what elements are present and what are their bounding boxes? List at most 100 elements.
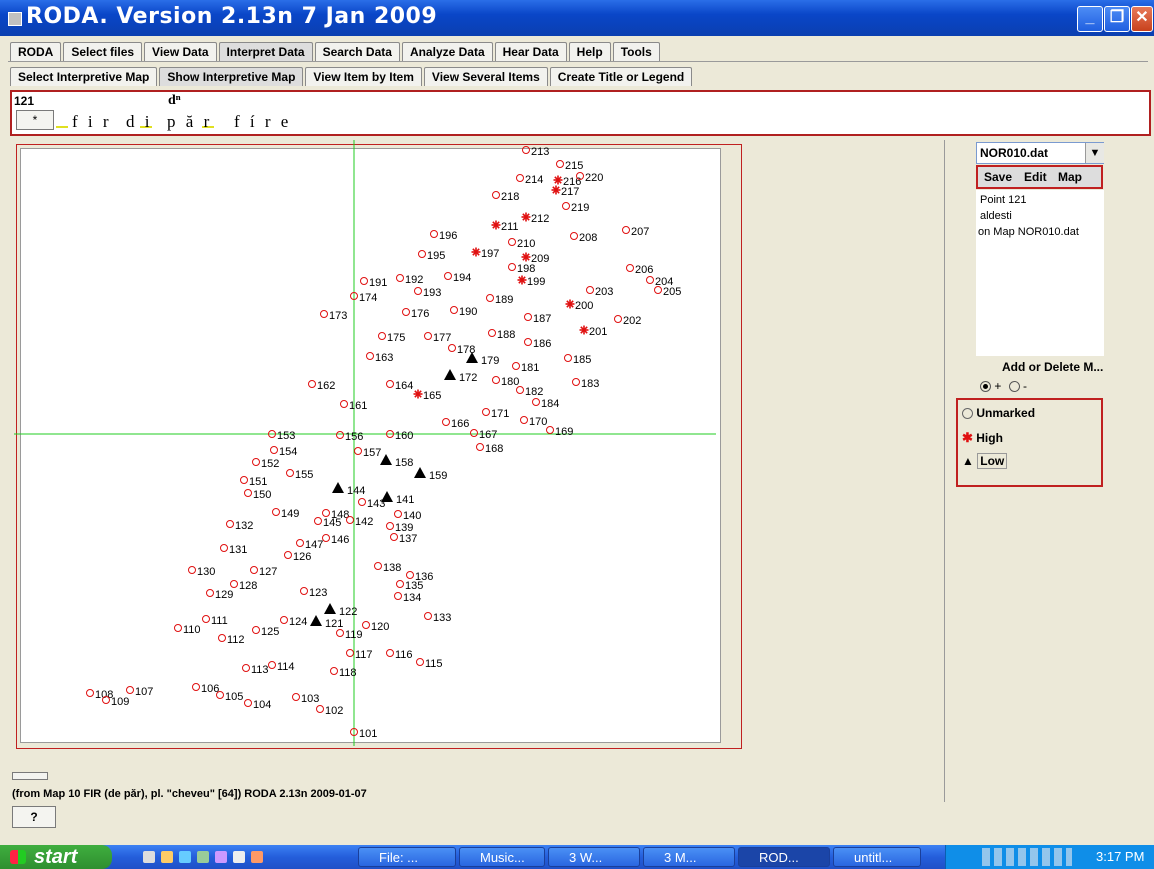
map-point-196[interactable]: 196 [430,230,458,242]
map-point-189[interactable]: 189 [486,294,514,306]
map-point-160[interactable]: 160 [386,430,414,442]
map-point-119[interactable]: 119 [336,629,363,641]
help-button[interactable]: ? [12,806,56,828]
quicklaunch-icon[interactable] [143,851,155,863]
save-button[interactable]: Save [984,170,1012,184]
map-point-191[interactable]: 191 [360,277,388,289]
legend-unmarked[interactable]: Unmarked [962,406,1035,420]
map-point-212[interactable]: 212 [521,212,550,226]
map-point-118[interactable]: 118 [330,667,357,679]
map-button[interactable]: Map [1058,170,1082,184]
map-point-161[interactable]: 161 [340,400,368,412]
map-point-202[interactable]: 202 [614,315,642,327]
map-point-151[interactable]: 151 [240,476,268,488]
map-point-124[interactable]: 124 [280,616,308,628]
app-icon[interactable] [8,12,22,26]
map-point-137[interactable]: 137 [390,533,418,545]
map-point-170[interactable]: 170 [520,416,548,428]
map-point-117[interactable]: 117 [346,649,373,661]
map-point-159[interactable]: 159 [414,467,447,482]
map-point-133[interactable]: 133 [424,612,452,624]
map-point-185[interactable]: 185 [564,354,592,366]
map-point-182[interactable]: 182 [516,386,544,398]
star-button[interactable]: * [16,110,54,130]
map-point-197[interactable]: 197 [471,247,500,261]
map-file-select[interactable]: NOR010.dat ▼ [976,142,1104,164]
map-point-153[interactable]: 153 [268,430,296,442]
map-point-110[interactable]: 110 [174,624,201,636]
map-point-107[interactable]: 107 [126,686,154,698]
map-point-163[interactable]: 163 [366,352,394,364]
tab-tools[interactable]: Tools [612,42,660,61]
map-point-213[interactable]: 213 [522,146,550,158]
tab-search-data[interactable]: Search Data [314,42,400,61]
map-point-155[interactable]: 155 [286,469,314,481]
map-point-130[interactable]: 130 [188,566,216,578]
map-point-106[interactable]: 106 [192,683,220,695]
map-point-214[interactable]: 214 [516,174,544,186]
map-point-186[interactable]: 186 [524,338,552,350]
map-point-122[interactable]: 122 [324,603,357,618]
map-point-142[interactable]: 142 [346,516,374,528]
map-point-129[interactable]: 129 [206,589,234,601]
map-point-116[interactable]: 116 [386,649,413,661]
map-point-140[interactable]: 140 [394,510,422,522]
clock[interactable]: 3:17 PM [1096,849,1144,864]
subtab-select-interpretive-map[interactable]: Select Interpretive Map [10,67,158,86]
tab-analyze-data[interactable]: Analyze Data [401,42,493,61]
map-point-123[interactable]: 123 [300,587,328,599]
map-point-105[interactable]: 105 [216,691,244,703]
map-point-128[interactable]: 128 [230,580,258,592]
tab-hear-data[interactable]: Hear Data [494,42,567,61]
taskbar-item-explorer[interactable]: 3 W... [548,847,640,867]
map-point-135[interactable]: 135 [396,580,424,592]
map-point-149[interactable]: 149 [272,508,300,520]
map-point-180[interactable]: 180 [492,376,520,388]
tab-roda[interactable]: RODA [10,42,62,61]
map-point-112[interactable]: 112 [218,634,245,646]
map-point-183[interactable]: 183 [572,378,600,390]
map-point-219[interactable]: 219 [562,202,590,214]
map-point-101[interactable]: 101 [350,728,378,740]
quicklaunch-icon[interactable] [251,851,263,863]
map-point-125[interactable]: 125 [252,626,280,638]
map-point-127[interactable]: 127 [250,566,278,578]
tab-help[interactable]: Help [568,42,611,61]
map-point-114[interactable]: 114 [268,661,295,673]
map-point-138[interactable]: 138 [374,562,402,574]
radio-plus[interactable] [980,381,991,393]
map-point-150[interactable]: 150 [244,489,272,501]
map-point-121[interactable]: 121 [310,615,343,630]
map-point-132[interactable]: 132 [226,520,254,532]
map-point-179[interactable]: 179 [466,352,499,367]
edit-button[interactable]: Edit [1024,170,1047,184]
taskbar-item-file[interactable]: File: ... [358,847,456,867]
tab-interpret-data[interactable]: Interpret Data [218,42,313,61]
quicklaunch-icon[interactable] [161,851,173,863]
quicklaunch-icon[interactable] [233,851,245,863]
map-point-206[interactable]: 206 [626,264,654,276]
map-point-215[interactable]: 215 [556,160,584,172]
map-point-168[interactable]: 168 [476,443,504,455]
minimize-button[interactable]: _ [1077,6,1103,32]
map-point-131[interactable]: 131 [220,544,248,556]
quicklaunch-icon[interactable] [215,851,227,863]
map-point-144[interactable]: 144 [332,482,365,497]
interpretive-map[interactable]: 213215214 216 220217218219212211 2072081962… [10,140,943,802]
subtab-view-item-by-item[interactable]: View Item by Item [305,67,422,86]
map-point-201[interactable]: 201 [579,325,608,339]
map-point-174[interactable]: 174 [350,292,378,304]
map-point-158[interactable]: 158 [380,454,413,469]
close-button[interactable]: ✕ [1131,6,1153,32]
map-point-146[interactable]: 146 [322,534,350,546]
map-point-126[interactable]: 126 [284,551,312,563]
map-point-218[interactable]: 218 [492,191,520,203]
legend-high[interactable]: ✱ High [962,430,1003,446]
map-point-145[interactable]: 145 [314,517,342,529]
map-point-173[interactable]: 173 [320,310,348,322]
map-point-169[interactable]: 169 [546,426,574,438]
map-point-157[interactable]: 157 [354,447,382,459]
map-point-187[interactable]: 187 [524,313,552,325]
subtab-view-several-items[interactable]: View Several Items [423,67,548,86]
legend-low[interactable]: ▲ Low [962,453,1008,469]
